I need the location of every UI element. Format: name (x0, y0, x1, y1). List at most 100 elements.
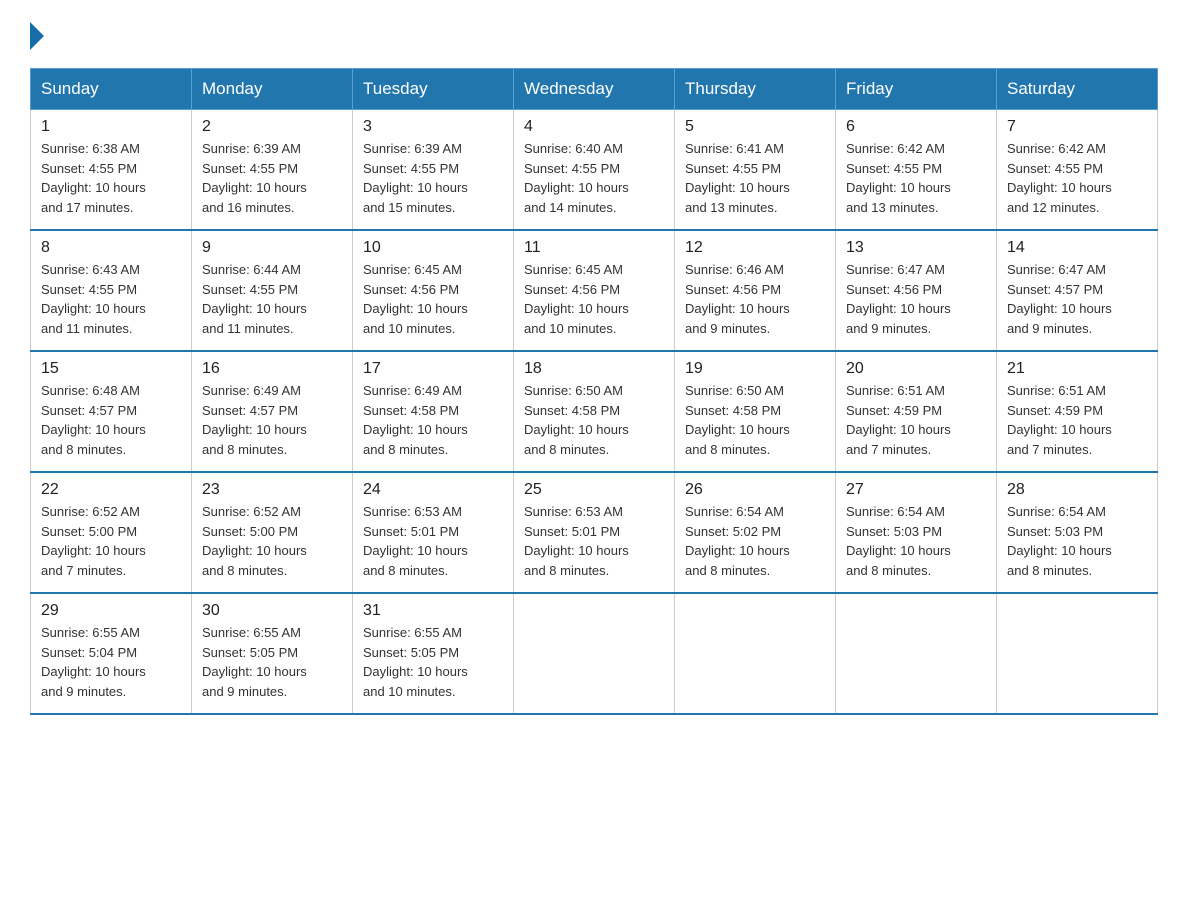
day-info: Sunrise: 6:54 AMSunset: 5:03 PMDaylight:… (1007, 502, 1147, 580)
weekday-header-monday: Monday (192, 69, 353, 110)
day-info: Sunrise: 6:52 AMSunset: 5:00 PMDaylight:… (202, 502, 342, 580)
day-info: Sunrise: 6:54 AMSunset: 5:02 PMDaylight:… (685, 502, 825, 580)
day-info: Sunrise: 6:53 AMSunset: 5:01 PMDaylight:… (363, 502, 503, 580)
calendar-cell: 19 Sunrise: 6:50 AMSunset: 4:58 PMDaylig… (675, 351, 836, 472)
calendar-cell: 26 Sunrise: 6:54 AMSunset: 5:02 PMDaylig… (675, 472, 836, 593)
weekday-header-row: SundayMondayTuesdayWednesdayThursdayFrid… (31, 69, 1158, 110)
calendar-cell: 15 Sunrise: 6:48 AMSunset: 4:57 PMDaylig… (31, 351, 192, 472)
calendar-cell: 10 Sunrise: 6:45 AMSunset: 4:56 PMDaylig… (353, 230, 514, 351)
day-info: Sunrise: 6:48 AMSunset: 4:57 PMDaylight:… (41, 381, 181, 459)
calendar-cell (514, 593, 675, 714)
day-number: 17 (363, 360, 503, 378)
day-number: 19 (685, 360, 825, 378)
day-number: 15 (41, 360, 181, 378)
calendar-cell: 11 Sunrise: 6:45 AMSunset: 4:56 PMDaylig… (514, 230, 675, 351)
day-info: Sunrise: 6:49 AMSunset: 4:57 PMDaylight:… (202, 381, 342, 459)
calendar-cell: 22 Sunrise: 6:52 AMSunset: 5:00 PMDaylig… (31, 472, 192, 593)
calendar-cell: 12 Sunrise: 6:46 AMSunset: 4:56 PMDaylig… (675, 230, 836, 351)
weekday-header-saturday: Saturday (997, 69, 1158, 110)
day-number: 20 (846, 360, 986, 378)
day-number: 18 (524, 360, 664, 378)
calendar-cell: 13 Sunrise: 6:47 AMSunset: 4:56 PMDaylig… (836, 230, 997, 351)
day-number: 5 (685, 118, 825, 136)
calendar-cell: 16 Sunrise: 6:49 AMSunset: 4:57 PMDaylig… (192, 351, 353, 472)
calendar-cell: 18 Sunrise: 6:50 AMSunset: 4:58 PMDaylig… (514, 351, 675, 472)
day-info: Sunrise: 6:44 AMSunset: 4:55 PMDaylight:… (202, 260, 342, 338)
calendar-cell: 23 Sunrise: 6:52 AMSunset: 5:00 PMDaylig… (192, 472, 353, 593)
day-info: Sunrise: 6:55 AMSunset: 5:04 PMDaylight:… (41, 623, 181, 701)
day-info: Sunrise: 6:49 AMSunset: 4:58 PMDaylight:… (363, 381, 503, 459)
weekday-header-wednesday: Wednesday (514, 69, 675, 110)
day-number: 16 (202, 360, 342, 378)
calendar-cell (997, 593, 1158, 714)
day-number: 3 (363, 118, 503, 136)
day-number: 26 (685, 481, 825, 499)
calendar-cell: 4 Sunrise: 6:40 AMSunset: 4:55 PMDayligh… (514, 110, 675, 231)
day-number: 30 (202, 602, 342, 620)
calendar-cell: 20 Sunrise: 6:51 AMSunset: 4:59 PMDaylig… (836, 351, 997, 472)
day-number: 24 (363, 481, 503, 499)
calendar-week-row: 29 Sunrise: 6:55 AMSunset: 5:04 PMDaylig… (31, 593, 1158, 714)
calendar-cell: 30 Sunrise: 6:55 AMSunset: 5:05 PMDaylig… (192, 593, 353, 714)
weekday-header-sunday: Sunday (31, 69, 192, 110)
calendar-cell: 14 Sunrise: 6:47 AMSunset: 4:57 PMDaylig… (997, 230, 1158, 351)
day-number: 13 (846, 239, 986, 257)
calendar-cell: 8 Sunrise: 6:43 AMSunset: 4:55 PMDayligh… (31, 230, 192, 351)
day-number: 21 (1007, 360, 1147, 378)
calendar-week-row: 8 Sunrise: 6:43 AMSunset: 4:55 PMDayligh… (31, 230, 1158, 351)
day-number: 6 (846, 118, 986, 136)
logo-arrow-icon (30, 22, 44, 50)
calendar-cell (675, 593, 836, 714)
day-info: Sunrise: 6:45 AMSunset: 4:56 PMDaylight:… (524, 260, 664, 338)
day-number: 23 (202, 481, 342, 499)
day-number: 12 (685, 239, 825, 257)
day-number: 11 (524, 239, 664, 257)
day-number: 2 (202, 118, 342, 136)
day-info: Sunrise: 6:46 AMSunset: 4:56 PMDaylight:… (685, 260, 825, 338)
calendar-cell: 27 Sunrise: 6:54 AMSunset: 5:03 PMDaylig… (836, 472, 997, 593)
day-info: Sunrise: 6:45 AMSunset: 4:56 PMDaylight:… (363, 260, 503, 338)
page-header (30, 20, 1158, 50)
day-info: Sunrise: 6:43 AMSunset: 4:55 PMDaylight:… (41, 260, 181, 338)
calendar-cell: 25 Sunrise: 6:53 AMSunset: 5:01 PMDaylig… (514, 472, 675, 593)
day-number: 8 (41, 239, 181, 257)
day-number: 14 (1007, 239, 1147, 257)
calendar-cell: 24 Sunrise: 6:53 AMSunset: 5:01 PMDaylig… (353, 472, 514, 593)
logo (30, 20, 44, 50)
day-info: Sunrise: 6:55 AMSunset: 5:05 PMDaylight:… (202, 623, 342, 701)
calendar-week-row: 1 Sunrise: 6:38 AMSunset: 4:55 PMDayligh… (31, 110, 1158, 231)
day-number: 22 (41, 481, 181, 499)
day-number: 29 (41, 602, 181, 620)
day-info: Sunrise: 6:51 AMSunset: 4:59 PMDaylight:… (1007, 381, 1147, 459)
day-info: Sunrise: 6:53 AMSunset: 5:01 PMDaylight:… (524, 502, 664, 580)
calendar-week-row: 15 Sunrise: 6:48 AMSunset: 4:57 PMDaylig… (31, 351, 1158, 472)
calendar-cell: 9 Sunrise: 6:44 AMSunset: 4:55 PMDayligh… (192, 230, 353, 351)
calendar-cell: 31 Sunrise: 6:55 AMSunset: 5:05 PMDaylig… (353, 593, 514, 714)
day-info: Sunrise: 6:40 AMSunset: 4:55 PMDaylight:… (524, 139, 664, 217)
calendar-cell: 1 Sunrise: 6:38 AMSunset: 4:55 PMDayligh… (31, 110, 192, 231)
day-number: 7 (1007, 118, 1147, 136)
weekday-header-tuesday: Tuesday (353, 69, 514, 110)
calendar-cell: 17 Sunrise: 6:49 AMSunset: 4:58 PMDaylig… (353, 351, 514, 472)
calendar-cell (836, 593, 997, 714)
day-number: 31 (363, 602, 503, 620)
day-info: Sunrise: 6:39 AMSunset: 4:55 PMDaylight:… (202, 139, 342, 217)
calendar-cell: 28 Sunrise: 6:54 AMSunset: 5:03 PMDaylig… (997, 472, 1158, 593)
day-number: 9 (202, 239, 342, 257)
day-info: Sunrise: 6:42 AMSunset: 4:55 PMDaylight:… (846, 139, 986, 217)
calendar-cell: 3 Sunrise: 6:39 AMSunset: 4:55 PMDayligh… (353, 110, 514, 231)
calendar-cell: 6 Sunrise: 6:42 AMSunset: 4:55 PMDayligh… (836, 110, 997, 231)
calendar-cell: 29 Sunrise: 6:55 AMSunset: 5:04 PMDaylig… (31, 593, 192, 714)
day-number: 25 (524, 481, 664, 499)
calendar-cell: 5 Sunrise: 6:41 AMSunset: 4:55 PMDayligh… (675, 110, 836, 231)
day-number: 10 (363, 239, 503, 257)
calendar-cell: 7 Sunrise: 6:42 AMSunset: 4:55 PMDayligh… (997, 110, 1158, 231)
weekday-header-thursday: Thursday (675, 69, 836, 110)
calendar-cell: 2 Sunrise: 6:39 AMSunset: 4:55 PMDayligh… (192, 110, 353, 231)
day-info: Sunrise: 6:38 AMSunset: 4:55 PMDaylight:… (41, 139, 181, 217)
day-info: Sunrise: 6:42 AMSunset: 4:55 PMDaylight:… (1007, 139, 1147, 217)
weekday-header-friday: Friday (836, 69, 997, 110)
day-number: 28 (1007, 481, 1147, 499)
calendar-table: SundayMondayTuesdayWednesdayThursdayFrid… (30, 68, 1158, 715)
day-info: Sunrise: 6:54 AMSunset: 5:03 PMDaylight:… (846, 502, 986, 580)
